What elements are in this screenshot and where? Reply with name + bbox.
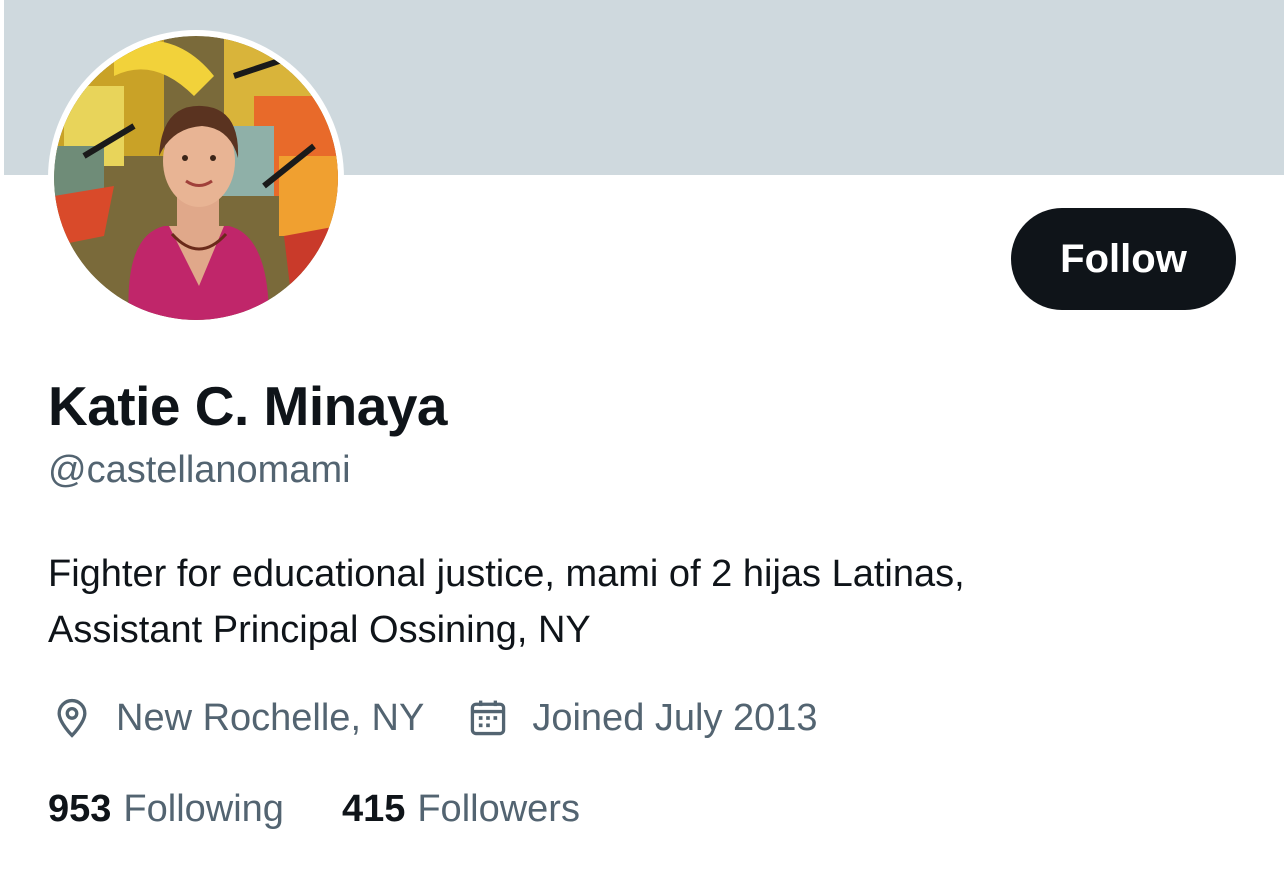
bio-line-1: Fighter for educational justice, mami of… [48, 553, 965, 595]
user-handle: @castellanomami [48, 449, 351, 491]
avatar[interactable] [48, 30, 344, 326]
location-text: New Rochelle, NY [116, 696, 425, 739]
followers-link[interactable]: 415 Followers [342, 786, 580, 832]
joined-item: Joined July 2013 [466, 696, 818, 740]
joined-text: Joined July 2013 [532, 696, 818, 739]
display-name: Katie C. Minaya [48, 375, 448, 437]
profile-bio: Fighter for educational justice, mami of… [48, 546, 1228, 658]
avatar-photo [54, 36, 338, 320]
follow-stats: 953 Following 415 Followers [48, 786, 638, 832]
location-item: New Rochelle, NY [50, 696, 424, 740]
following-link[interactable]: 953 Following [48, 786, 284, 832]
following-label: Following [123, 788, 284, 830]
followers-label: Followers [417, 788, 580, 830]
following-count: 953 [48, 788, 112, 830]
location-pin-icon [57, 698, 87, 738]
follow-button[interactable]: Follow [1011, 208, 1236, 310]
bio-line-2: Assistant Principal Ossining, NY [48, 609, 591, 651]
profile-meta: New Rochelle, NY Joined July 2013 [50, 694, 860, 742]
followers-count: 415 [341, 788, 406, 830]
calendar-icon [471, 700, 506, 736]
